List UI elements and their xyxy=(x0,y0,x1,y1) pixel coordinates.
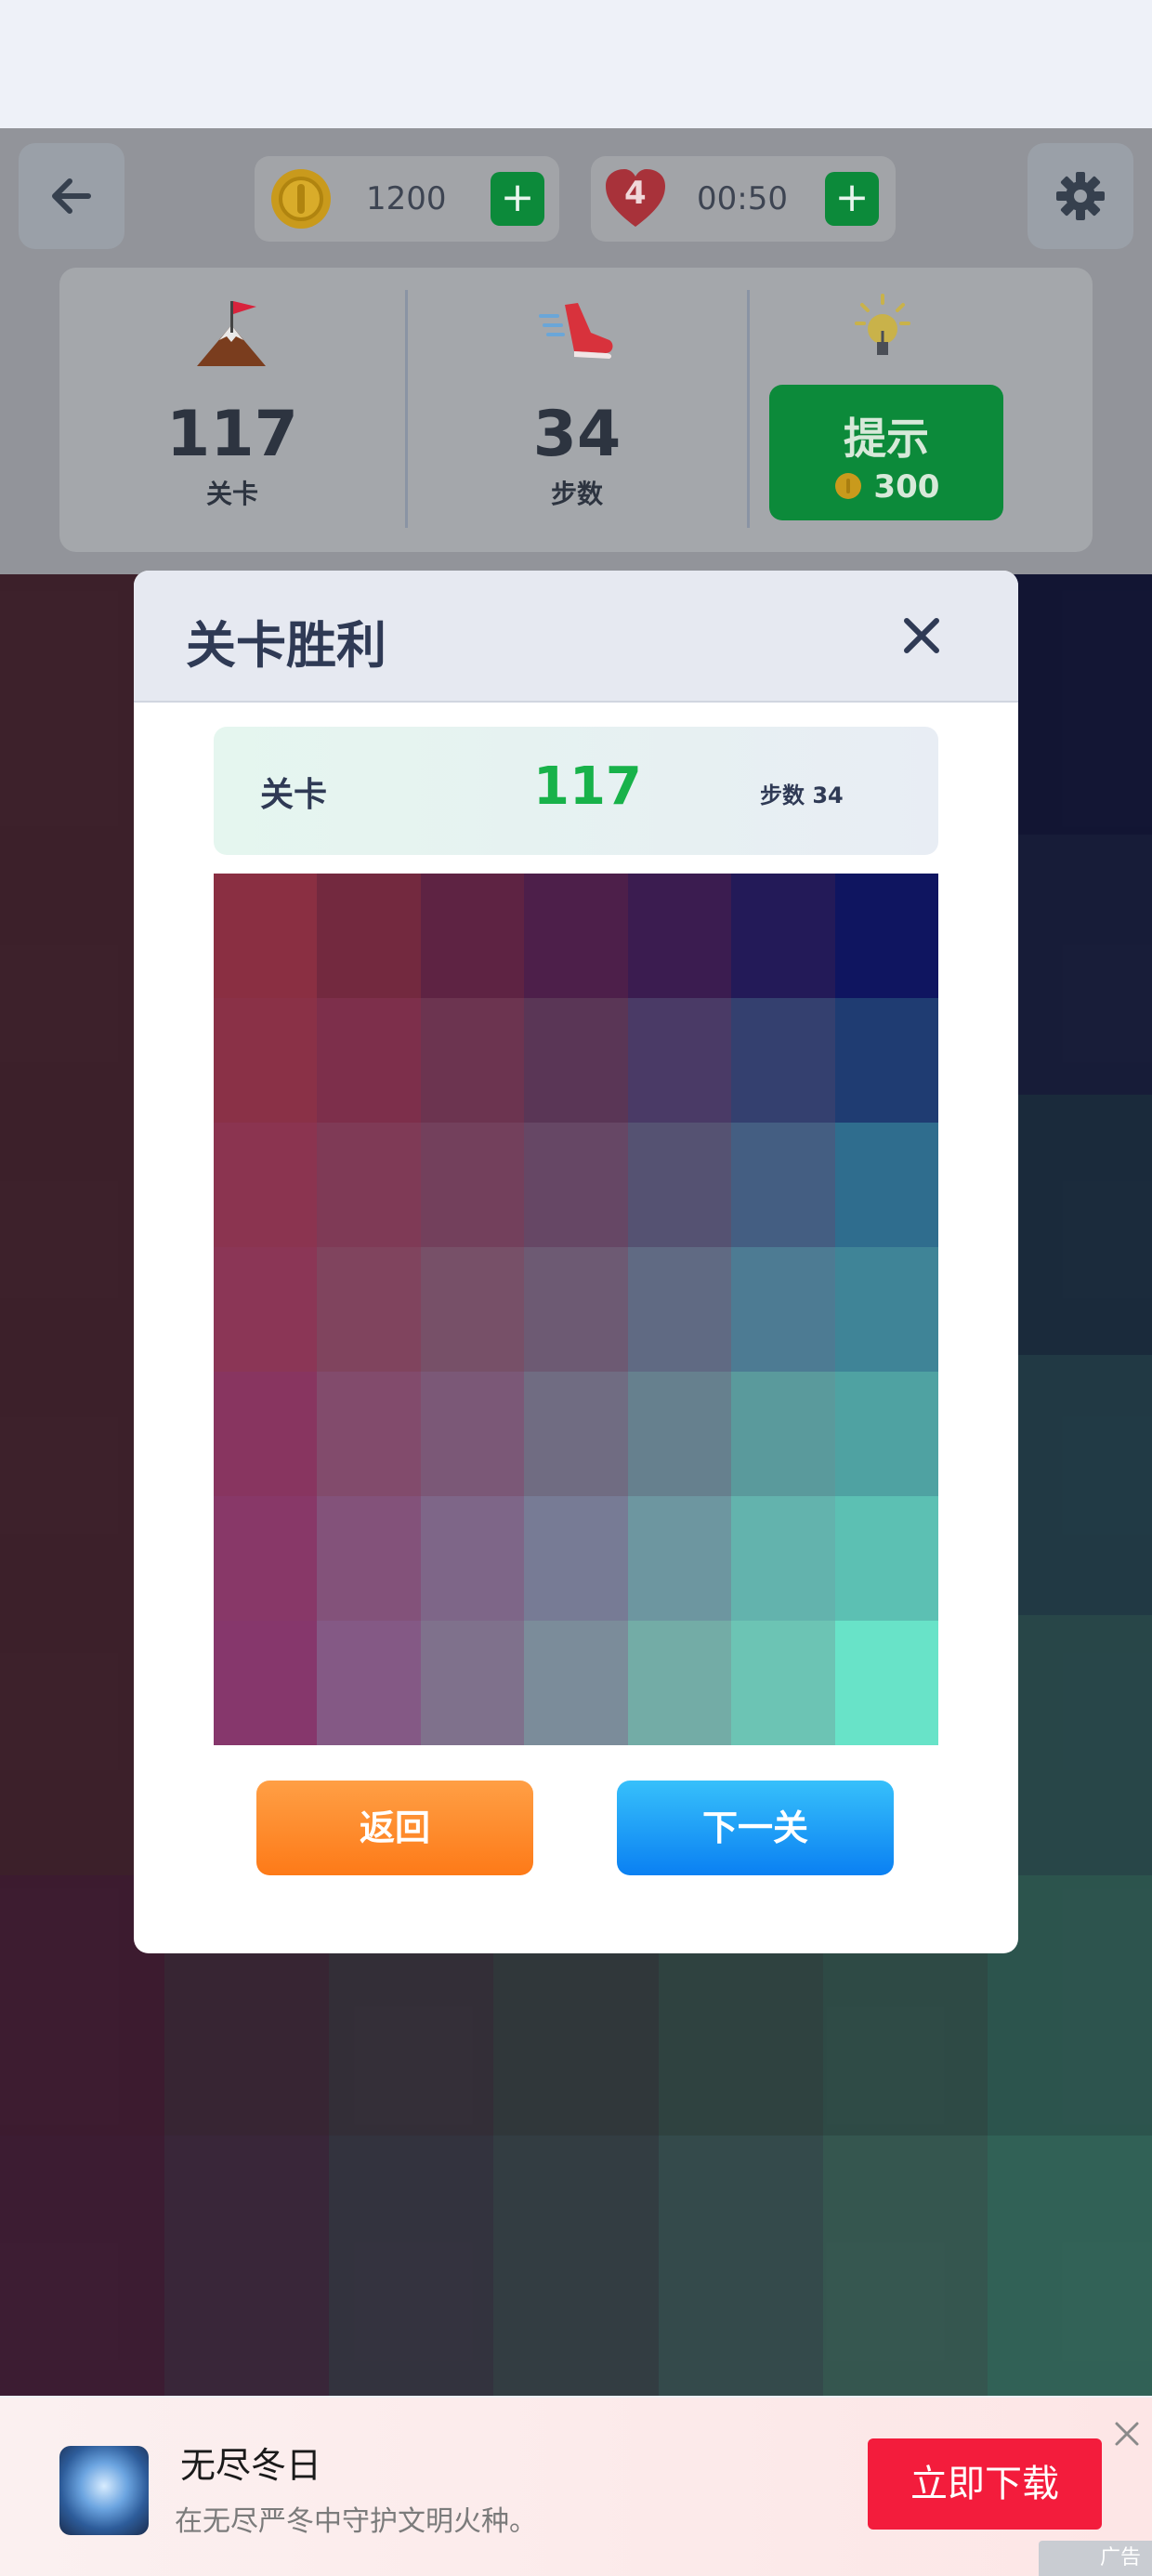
close-icon[interactable] xyxy=(1111,2418,1143,2450)
mosaic-tile xyxy=(214,1123,318,1247)
lives-count: 4 xyxy=(624,175,647,212)
level-label: 关卡 xyxy=(205,479,258,509)
mosaic-tile xyxy=(731,1621,835,1745)
ad-subtitle: 在无尽严冬中守护文明火种。 xyxy=(175,2505,537,2538)
mosaic-tile xyxy=(317,1372,421,1496)
mosaic-tile xyxy=(627,1123,732,1247)
hint-cost-value: 300 xyxy=(873,468,940,506)
mosaic-tile xyxy=(317,1496,421,1621)
victory-dialog: 关卡胜利 关卡 117 步数 34 返回 下一关 xyxy=(134,571,1018,1953)
result-level-value: 117 xyxy=(533,756,642,817)
mosaic-tile xyxy=(420,1372,525,1496)
mosaic-tile xyxy=(214,1372,318,1496)
mosaic-tile xyxy=(834,998,938,1123)
settings-button[interactable] xyxy=(1028,143,1133,249)
mosaic-tile xyxy=(627,1496,732,1621)
mosaic-tile xyxy=(524,998,628,1123)
steps-value: 34 xyxy=(532,398,622,471)
ad-title[interactable]: 无尽冬日 xyxy=(180,2437,321,2488)
mosaic-tile xyxy=(317,1621,421,1745)
hint-button[interactable]: 提示 300 xyxy=(769,385,1003,520)
mosaic-tile xyxy=(317,874,421,998)
mosaic-tile xyxy=(420,1621,525,1745)
mosaic-tile xyxy=(627,998,732,1123)
mosaic-tile xyxy=(731,1123,835,1247)
back-arrow-icon xyxy=(52,178,91,214)
steps-stat: 34 步数 xyxy=(407,268,747,552)
mosaic-tile xyxy=(627,1247,732,1372)
mosaic-tile xyxy=(214,1496,318,1621)
mosaic-tile xyxy=(420,1496,525,1621)
ad-label: 广告 xyxy=(1039,2541,1152,2576)
completed-puzzle-preview xyxy=(214,874,938,1745)
mosaic-tile xyxy=(524,1123,628,1247)
coins-value: 1200 xyxy=(366,180,447,217)
gear-icon xyxy=(1056,172,1105,220)
mosaic-tile xyxy=(731,1247,835,1372)
mosaic-tile xyxy=(420,998,525,1123)
mosaic-tile xyxy=(731,998,835,1123)
stats-divider xyxy=(747,290,750,528)
status-bar-area xyxy=(0,0,1152,128)
mosaic-tile xyxy=(627,874,732,998)
ad-download-button[interactable]: 立即下载 xyxy=(868,2438,1102,2530)
mosaic-tile xyxy=(731,1372,835,1496)
mosaic-tile xyxy=(834,1621,938,1745)
dialog-header: 关卡胜利 xyxy=(134,571,1018,703)
mosaic-tile xyxy=(317,1247,421,1372)
lightbulb-icon xyxy=(855,294,910,355)
mosaic-tile xyxy=(627,1372,732,1496)
mosaic-tile xyxy=(420,1123,525,1247)
mosaic-tile xyxy=(834,1123,938,1247)
mosaic-tile xyxy=(524,874,628,998)
back-button[interactable] xyxy=(19,143,124,249)
ad-app-icon[interactable] xyxy=(59,2446,149,2535)
mosaic-tile xyxy=(214,1247,318,1372)
hint-label: 提示 xyxy=(844,414,929,464)
mosaic-tile xyxy=(420,1247,525,1372)
return-button[interactable]: 返回 xyxy=(256,1781,533,1875)
mosaic-tile xyxy=(420,874,525,998)
mosaic-tile xyxy=(524,1247,628,1372)
coin-icon xyxy=(271,169,331,229)
add-lives-button[interactable]: + xyxy=(825,172,879,226)
mosaic-tile xyxy=(627,1621,732,1745)
close-icon[interactable] xyxy=(886,600,957,671)
mosaic-tile xyxy=(834,1247,938,1372)
mosaic-tile xyxy=(834,1372,938,1496)
dialog-title: 关卡胜利 xyxy=(186,616,386,675)
level-value: 117 xyxy=(166,398,298,471)
mosaic-tile xyxy=(524,1621,628,1745)
ad-banner[interactable]: 无尽冬日 在无尽严冬中守护文明火种。 立即下载 xyxy=(0,2398,1152,2576)
level-stat: 117 关卡 xyxy=(59,268,405,552)
coin-icon xyxy=(834,473,861,499)
result-level-label: 关卡 xyxy=(260,776,328,814)
mosaic-tile xyxy=(317,998,421,1123)
mosaic-tile xyxy=(317,1123,421,1247)
lives-timer: 00:50 xyxy=(697,180,788,217)
mountain-flag-icon xyxy=(197,301,266,366)
lives-pill: 4 00:50 + xyxy=(591,156,896,242)
hint-cost: 300 xyxy=(769,468,1003,506)
coins-pill: 1200 + xyxy=(255,156,559,242)
shoe-icon xyxy=(539,303,613,359)
mosaic-tile xyxy=(834,1496,938,1621)
result-steps: 步数 34 xyxy=(760,782,844,808)
mosaic-tile xyxy=(524,1372,628,1496)
result-summary: 关卡 117 步数 34 xyxy=(214,727,938,855)
mosaic-tile xyxy=(214,998,318,1123)
mosaic-tile xyxy=(731,874,835,998)
mosaic-tile xyxy=(214,1621,318,1745)
mosaic-tile xyxy=(214,874,318,998)
steps-label: 步数 xyxy=(550,479,603,509)
mosaic-tile xyxy=(731,1496,835,1621)
add-coins-button[interactable]: + xyxy=(491,172,544,226)
mosaic-tile xyxy=(834,874,938,998)
mosaic-tile xyxy=(524,1496,628,1621)
next-level-button[interactable]: 下一关 xyxy=(617,1781,894,1875)
